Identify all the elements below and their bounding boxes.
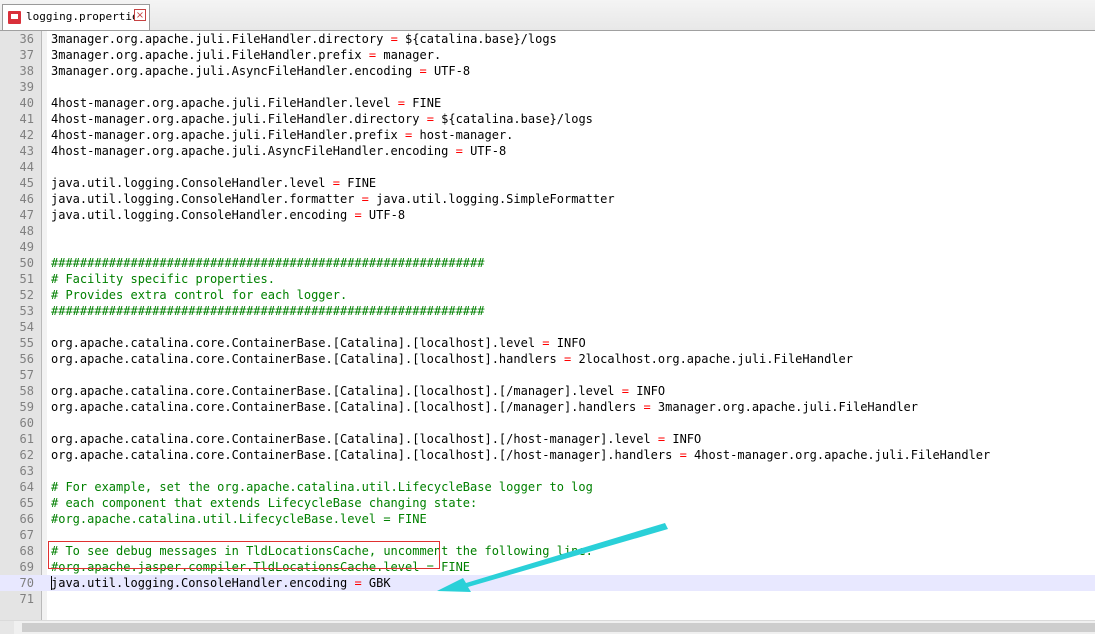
scrollbar-thumb[interactable] (22, 623, 1095, 632)
annotation-arrow-icon (437, 523, 668, 592)
scroll-left-button[interactable] (0, 621, 14, 634)
horizontal-scrollbar[interactable] (0, 620, 1095, 634)
